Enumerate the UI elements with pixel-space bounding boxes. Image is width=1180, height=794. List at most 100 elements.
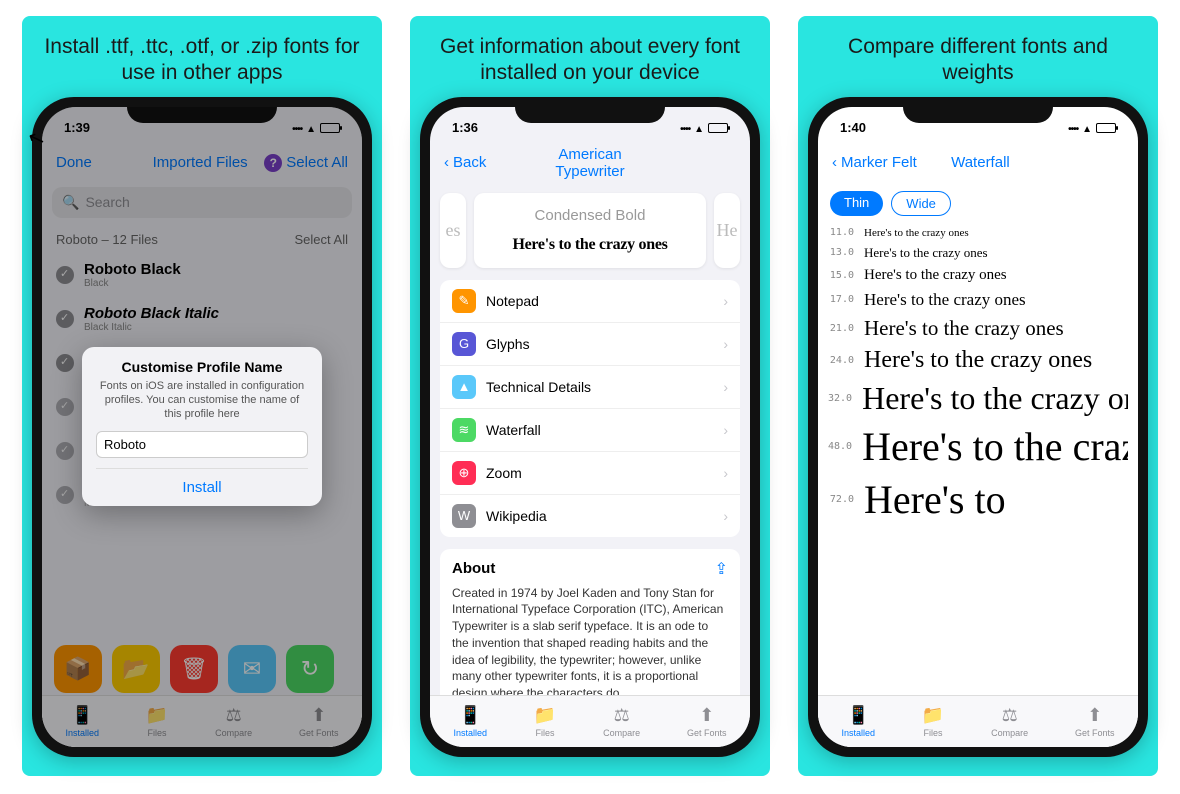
sample-text: Here's to the crazy ones (482, 236, 698, 254)
status-time: 1:36 (452, 120, 478, 135)
notch (515, 97, 665, 123)
waterfall-list[interactable]: 11.0 Here's to the crazy ones 13.0 Here's t… (818, 224, 1138, 747)
profile-name-alert: Customise Profile Name Fonts on iOS are … (82, 347, 322, 507)
nav-title: Waterfall (917, 154, 1044, 171)
prev-style-button[interactable]: es (440, 193, 466, 268)
pill-thin[interactable]: Thin (830, 191, 883, 216)
install-button[interactable]: Install (96, 468, 308, 506)
tab-label: Get Fonts (687, 728, 727, 738)
tool-zoom[interactable]: ⊕Zoom› (440, 452, 740, 495)
size-label: 32.0 (828, 393, 852, 404)
about-card: About ⇪ Created in 1974 by Joel Kaden an… (440, 549, 740, 713)
waterfall-row: 13.0 Here's to the crazy ones (818, 242, 1138, 264)
tab-files[interactable]: 📁 Files (534, 705, 556, 738)
chevron-left-icon: ‹ (832, 154, 837, 171)
tab-label: Files (924, 728, 943, 738)
tab-installed[interactable]: 📱 Installed (841, 705, 875, 738)
weight-selector: Thin Wide (818, 183, 1138, 224)
tab-label: Compare (603, 728, 640, 738)
tool-label: Zoom (486, 465, 522, 481)
tab-label: Installed (453, 728, 487, 738)
profile-name-input[interactable] (96, 431, 308, 458)
tab-icon: 📁 (922, 705, 944, 726)
notch (903, 97, 1053, 123)
wifi-icon (1082, 120, 1092, 135)
battery-icon (1096, 123, 1116, 133)
size-label: 17.0 (828, 294, 854, 305)
size-label: 72.0 (828, 494, 854, 505)
tool-technical-details[interactable]: ▲ Technical Details › (440, 366, 740, 409)
size-label: 11.0 (828, 227, 854, 238)
tab-label: Files (536, 728, 555, 738)
promo-panel-1: ↖ Install .ttf, .ttc, .otf, or .zip font… (22, 16, 382, 776)
tab-label: Get Fonts (1075, 728, 1115, 738)
tool-icon: ✎ (452, 289, 476, 313)
waterfall-text: Here's to the crazy ones (864, 245, 988, 261)
size-label: 48.0 (828, 441, 852, 452)
tool-icon: ▲ (452, 375, 476, 399)
size-label: 13.0 (828, 247, 854, 258)
next-style-button[interactable]: He (714, 193, 740, 268)
share-icon[interactable]: ⇪ (715, 559, 728, 579)
tab-get-fonts[interactable]: ⬆ Get Fonts (687, 705, 727, 738)
tool-icon: G (452, 332, 476, 356)
nav-bar: ‹Marker Felt Waterfall (818, 143, 1138, 183)
chevron-right-icon: › (723, 379, 728, 395)
waterfall-text: Here's to the crazy ones (864, 290, 1026, 310)
panel2-caption: Get information about every font install… (410, 26, 770, 97)
tab-installed[interactable]: 📱 Installed (453, 705, 487, 738)
size-label: 21.0 (828, 323, 854, 334)
tab-icon: 📱 (459, 705, 481, 726)
tool-icon: W (452, 504, 476, 528)
tab-icon: 📱 (847, 705, 869, 726)
waterfall-row: 21.0Here's to the crazy ones (818, 313, 1138, 344)
tab-icon: ⚖ (1002, 705, 1018, 726)
tab-files[interactable]: 📁 Files (922, 705, 944, 738)
tool-glyphs[interactable]: GGlyphs› (440, 323, 740, 366)
tool-label: Technical Details (486, 379, 591, 395)
tool-wikipedia[interactable]: W Wikipedia › (440, 495, 740, 537)
tool-label: Wikipedia (486, 508, 547, 524)
tab-icon: ⚖ (614, 705, 630, 726)
waterfall-row: 24.0 Here's to the crazy ones (818, 344, 1138, 377)
tab-get-fonts[interactable]: ⬆ Get Fonts (1075, 705, 1115, 738)
back-button[interactable]: ‹Marker Felt (832, 154, 917, 171)
tab-label: Installed (841, 728, 875, 738)
waterfall-row: 11.0 Here's to the crazy ones (818, 224, 1138, 242)
tool-label: Notepad (486, 293, 539, 309)
waterfall-text: Here's to the crazy ones (864, 227, 969, 239)
chevron-right-icon: › (723, 508, 728, 524)
tab-icon: 📁 (534, 705, 556, 726)
promo-panel-3: Compare different fonts and weights 1:40… (798, 16, 1158, 776)
chevron-right-icon: › (723, 465, 728, 481)
about-text: Created in 1974 by Joel Kaden and Tony S… (452, 585, 728, 703)
chevron-right-icon: › (723, 422, 728, 438)
signal-icon (680, 120, 690, 135)
chevron-right-icon: › (723, 293, 728, 309)
chevron-left-icon: ‹ (444, 154, 449, 171)
style-name: Condensed Bold (482, 207, 698, 224)
tab-icon: ⬆ (1087, 705, 1102, 726)
tab-compare[interactable]: ⚖ Compare (603, 705, 640, 738)
battery-icon (708, 123, 728, 133)
tab-label: Compare (991, 728, 1028, 738)
size-label: 24.0 (828, 355, 854, 366)
tab-icon: ⬆ (699, 705, 714, 726)
font-preview-card: es Condensed Bold Here's to the crazy on… (440, 193, 740, 268)
phone-frame-1: 1:39 Done Imported Files ?Select All 🔍 S… (32, 97, 372, 757)
tool-waterfall[interactable]: ≋Waterfall› (440, 409, 740, 452)
nav-title: American Typewriter (524, 146, 656, 180)
chevron-right-icon: › (723, 336, 728, 352)
tab-compare[interactable]: ⚖ Compare (991, 705, 1028, 738)
pill-wide[interactable]: Wide (891, 191, 951, 216)
tool-notepad[interactable]: ✎ Notepad › (440, 280, 740, 323)
waterfall-row: 72.0Here's to (818, 473, 1138, 526)
modal-overlay: Customise Profile Name Fonts on iOS are … (42, 107, 362, 747)
about-title: About (452, 560, 495, 577)
tab-bar: 📱 Installed 📁 Files ⚖ Compare ⬆ Get Fonts (430, 695, 750, 747)
back-button[interactable]: ‹Back (444, 154, 524, 171)
tools-list: ✎Notepad›GGlyphs›▲Technical Details›≋Wat… (440, 280, 740, 537)
waterfall-row: 17.0 Here's to the crazy ones (818, 287, 1138, 313)
waterfall-text: Here's to the crazy ones (864, 347, 1092, 374)
phone-frame-2: 1:36 ‹Back American Typewriter es Conden… (420, 97, 760, 757)
